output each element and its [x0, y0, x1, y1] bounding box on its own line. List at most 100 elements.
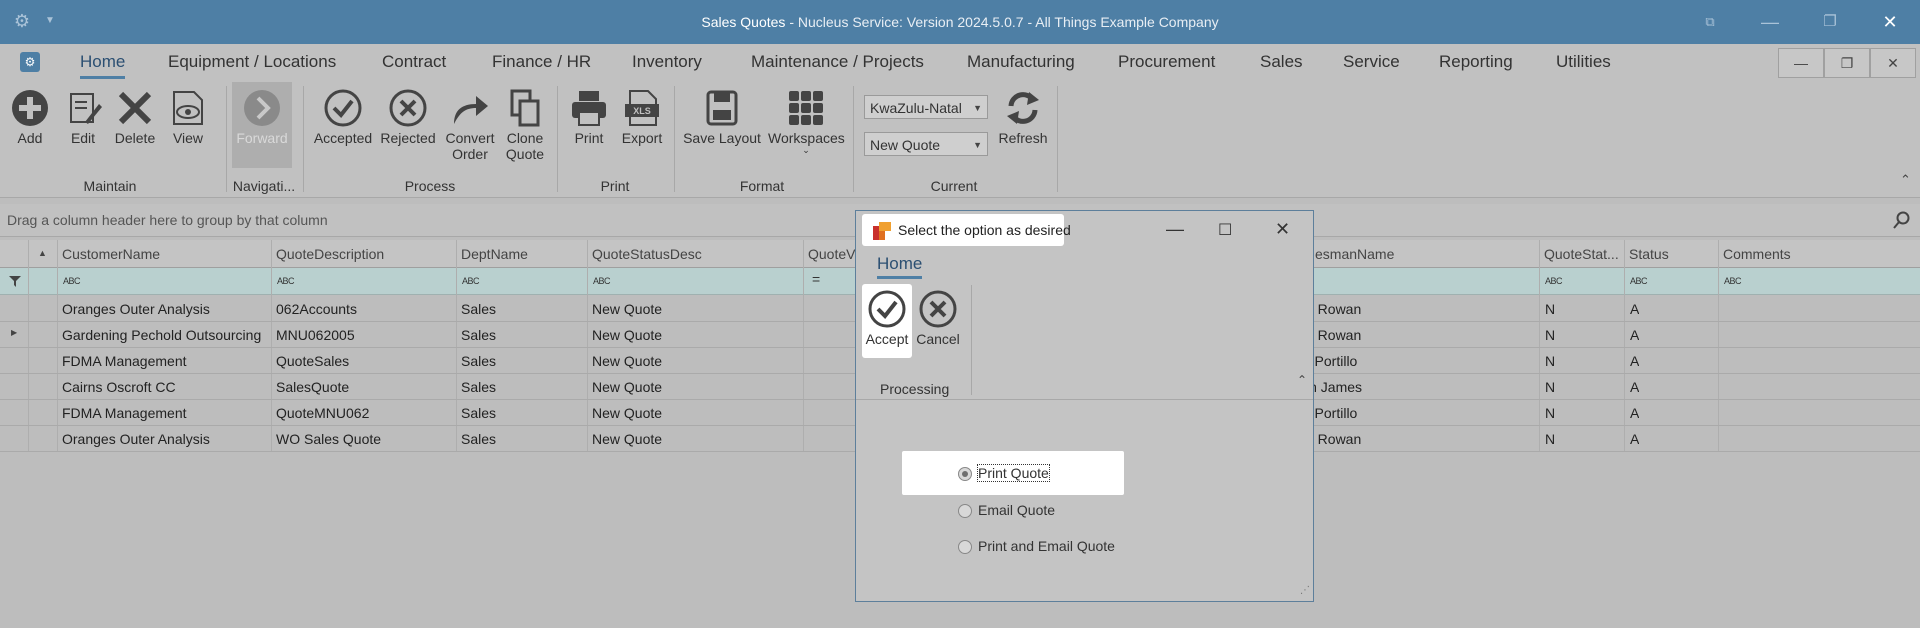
search-icon[interactable] — [1893, 211, 1911, 229]
radio-print-quote[interactable]: Print Quote — [958, 464, 1050, 482]
filter-abc-icon[interactable]: ABC — [1545, 276, 1563, 286]
edit-button[interactable]: Edit — [62, 88, 104, 146]
delete-label: Delete — [114, 130, 156, 146]
menu-inventory[interactable]: Inventory — [632, 52, 702, 72]
quote-status-select[interactable]: New Quote ▼ — [864, 132, 988, 156]
column-header-quote-status-desc[interactable]: QuoteStatusDesc — [592, 246, 702, 262]
cancel-button[interactable]: Cancel — [915, 289, 961, 347]
dialog-title: Select the option as desired — [898, 222, 1071, 238]
menu-utilities[interactable]: Utilities — [1556, 52, 1611, 72]
rejected-button[interactable]: Rejected — [378, 88, 438, 146]
mdi-close-button[interactable]: ✕ — [1870, 48, 1916, 78]
cell-customer-name: FDMA Management — [62, 405, 187, 421]
menu-home[interactable]: Home — [80, 52, 126, 79]
cell-quote-description: MNU062005 — [276, 327, 355, 343]
radio-email-quote[interactable]: Email Quote — [958, 502, 1055, 518]
cell-dept-name: Sales — [461, 327, 497, 343]
close-window-icon[interactable]: ✕ — [1876, 10, 1904, 34]
cell-dept-name: Sales — [461, 353, 497, 369]
delete-button[interactable]: Delete — [112, 88, 158, 146]
cell-quote-status-desc: New Quote — [592, 327, 663, 343]
menu-contract[interactable]: Contract — [382, 52, 446, 72]
menu-reporting[interactable]: Reporting — [1439, 52, 1513, 72]
column-header-salesman-name[interactable]: esmanName — [1315, 246, 1394, 262]
accept-button[interactable]: Accept — [862, 289, 912, 347]
menu-maintenance-projects[interactable]: Maintenance / Projects — [751, 52, 924, 72]
rejected-label: Rejected — [380, 130, 436, 146]
cell-salesman-name: n Rowan — [1306, 301, 1362, 317]
menu-procurement[interactable]: Procurement — [1118, 52, 1215, 72]
cell-dept-name: Sales — [461, 379, 497, 395]
dialog-close-icon[interactable]: ✕ — [1275, 219, 1290, 240]
cell-quote-status: N — [1545, 353, 1556, 369]
column-header-comments[interactable]: Comments — [1723, 246, 1791, 262]
workspaces-grid-icon — [789, 91, 823, 125]
column-header-status[interactable]: Status — [1629, 246, 1669, 262]
cell-salesman-name: n Rowan — [1306, 327, 1362, 343]
radio-print-and-email-quote[interactable]: Print and Email Quote — [958, 538, 1115, 554]
menu-equipment-locations[interactable]: Equipment / Locations — [168, 52, 336, 72]
add-label: Add — [17, 130, 43, 146]
dialog-ribbon-separator — [971, 285, 972, 395]
cell-quote-status: N — [1545, 301, 1556, 317]
menu-finance-hr[interactable]: Finance / HR — [492, 52, 591, 72]
convert-arrow-icon — [454, 96, 488, 124]
accepted-button[interactable]: Accepted — [312, 88, 374, 146]
ribbon-separator — [1057, 86, 1058, 192]
sort-ascending-icon[interactable]: ▲ — [38, 248, 47, 258]
column-header-customer-name[interactable]: CustomerName — [62, 246, 160, 262]
add-button[interactable]: Add — [8, 88, 52, 146]
menu-service[interactable]: Service — [1343, 52, 1400, 72]
chevron-down-icon: ▼ — [973, 140, 982, 150]
cell-quote-description: QuoteSales — [276, 353, 350, 369]
cell-quote-description: WO Sales Quote — [276, 431, 382, 447]
ribbon-separator — [557, 86, 558, 192]
column-header-quote-status[interactable]: QuoteStat... — [1544, 246, 1619, 262]
filter-equals-icon[interactable]: = — [812, 271, 820, 287]
save-layout-icon — [706, 90, 738, 126]
view-button[interactable]: View — [167, 88, 209, 146]
mdi-restore-button[interactable]: ❐ — [1824, 48, 1870, 78]
save-layout-button[interactable]: Save Layout — [682, 88, 762, 146]
forward-label: Forward — [236, 130, 288, 146]
column-header-quote-description[interactable]: QuoteDescription — [276, 246, 384, 262]
print-button[interactable]: Print — [566, 88, 612, 146]
convert-order-button[interactable]: Convert Order — [442, 88, 498, 162]
clone-quote-label: Clone Quote — [505, 130, 545, 162]
filter-abc-icon[interactable]: ABC — [593, 276, 611, 286]
region-select[interactable]: KwaZulu-Natal ▼ — [864, 95, 988, 119]
filter-abc-icon[interactable]: ABC — [277, 276, 295, 286]
column-header-dept-name[interactable]: DeptName — [461, 246, 528, 262]
cell-status: A — [1630, 431, 1640, 447]
mdi-minimize-button[interactable]: — — [1778, 48, 1824, 78]
dialog-tab-home[interactable]: Home — [877, 254, 923, 279]
cell-quote-status-desc: New Quote — [592, 353, 663, 369]
cell-quote-status: N — [1545, 379, 1556, 395]
cell-quote-description: 062Accounts — [276, 301, 357, 317]
cell-status: A — [1630, 405, 1640, 421]
filter-abc-icon[interactable]: ABC — [1724, 276, 1742, 286]
clone-quote-button[interactable]: Clone Quote — [502, 88, 548, 162]
export-button[interactable]: XLS Export — [618, 88, 666, 146]
dialog-maximize-icon[interactable]: ☐ — [1218, 220, 1232, 240]
refresh-button[interactable]: Refresh — [994, 88, 1052, 146]
menu-manufacturing[interactable]: Manufacturing — [967, 52, 1075, 72]
dialog-minimize-icon[interactable]: — — [1166, 219, 1184, 240]
filter-abc-icon[interactable]: ABC — [63, 276, 81, 286]
restore-layout-icon[interactable]: ⧉ — [1696, 10, 1724, 34]
collapse-ribbon-icon[interactable]: ⌃ — [1900, 172, 1911, 188]
workspaces-button[interactable]: Workspaces ⌄ — [768, 88, 845, 155]
minimize-window-icon[interactable]: — — [1756, 10, 1784, 34]
filter-abc-icon[interactable]: ABC — [1630, 276, 1648, 286]
cell-dept-name: Sales — [461, 431, 497, 447]
dialog-collapse-ribbon-icon[interactable]: ⌃ — [1297, 373, 1307, 387]
menu-sales[interactable]: Sales — [1260, 52, 1303, 72]
save-layout-label: Save Layout — [683, 130, 761, 146]
forward-button[interactable]: Forward — [234, 88, 290, 146]
filter-icon[interactable] — [9, 276, 21, 287]
radio-unselected-icon — [958, 504, 972, 518]
maximize-window-icon[interactable]: ❐ — [1816, 10, 1844, 34]
filter-abc-icon[interactable]: ABC — [462, 276, 480, 286]
resize-grip-icon[interactable]: ⋰ — [1300, 585, 1310, 596]
app-menu-icon[interactable]: ⚙ — [20, 52, 40, 72]
